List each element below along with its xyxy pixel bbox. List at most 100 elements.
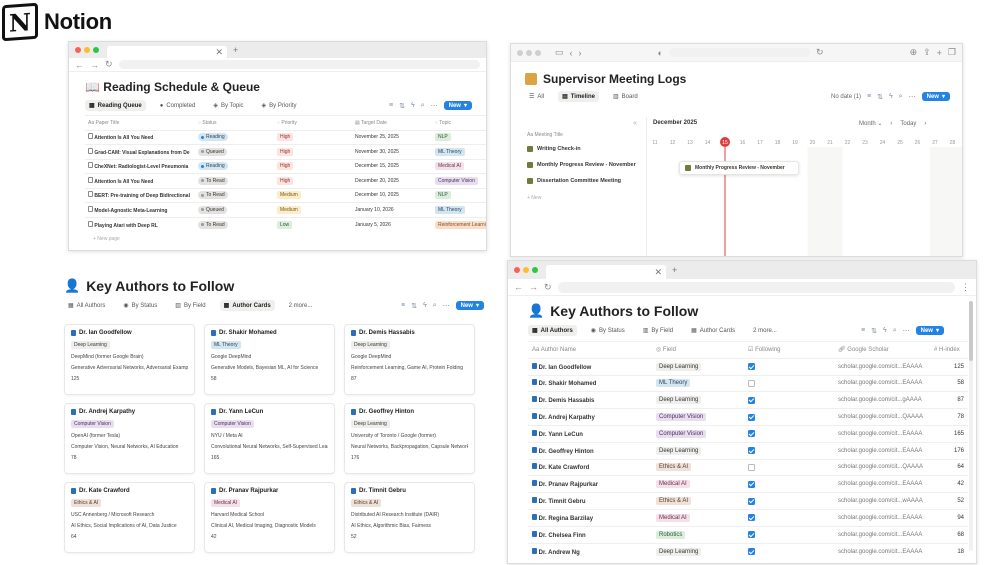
column-header[interactable]: ☑ Following [744,341,834,359]
search-icon[interactable]: ⌕ [433,302,437,310]
h-index-cell[interactable]: 176 [930,441,968,460]
topic-cell[interactable]: NLP [432,187,486,203]
scholar-link[interactable]: scholar.google.com/cit...EAAAA [834,542,930,560]
following-checkbox[interactable] [748,447,755,455]
status-cell[interactable]: To Read [195,173,274,188]
paper-title-cell[interactable]: Grad-CAM: Visual Explanations from De [85,144,195,159]
target-date-cell[interactable]: January 5, 2026 [352,216,432,232]
scholar-link[interactable]: scholar.google.com/cit...EAAAA [834,424,930,443]
column-header[interactable]: ◎ Field [652,341,744,359]
priority-cell[interactable]: High [274,173,352,188]
column-header[interactable]: Aa Paper Title [85,115,195,130]
following-cell[interactable] [744,458,834,476]
status-cell[interactable]: Reading [195,158,274,174]
priority-cell[interactable]: High [274,129,352,145]
table-row[interactable]: Dr. Geoffrey Hinton Deep Learning scholar.… [528,441,968,460]
following-cell[interactable] [744,424,834,443]
author-name-cell[interactable]: Dr. Timnit Gebru [528,492,652,510]
following-cell[interactable] [744,508,834,527]
view-tab-by-field[interactable]: ▥ By Field [639,325,677,336]
target-date-cell[interactable]: November 25, 2025 [352,129,432,145]
field-cell[interactable]: Medical AI [652,475,744,493]
paper-title-cell[interactable]: Attention Is All You Need [85,173,195,188]
target-date-cell[interactable]: December 15, 2025 [352,158,432,174]
table-row[interactable]: BERT: Pre-training of Deep Bidirectional… [85,187,486,203]
scholar-link[interactable]: scholar.google.com/cit...QAAAA [834,408,930,426]
table-row[interactable]: Dr. Kate Crawford Ethics & AI scholar.goog… [528,458,968,476]
more-views-button[interactable]: 2 more... [285,301,317,311]
h-index-cell[interactable]: 78 [930,408,968,426]
scholar-link[interactable]: scholar.google.com/cit...gAAAA [834,391,930,409]
field-cell[interactable]: Deep Learning [652,441,744,460]
h-index-cell[interactable]: 94 [930,508,968,527]
scholar-link[interactable]: scholar.google.com/cit...EAAAA [834,357,930,376]
view-tab-by-field[interactable]: ▥ By Field [171,300,209,311]
priority-cell[interactable]: Medium [274,187,352,203]
column-header[interactable]: ◌ Topic [432,115,486,130]
scholar-link[interactable]: scholar.google.com/cit...EAAAA [834,441,930,460]
new-page-row[interactable]: + New page [85,236,472,242]
share-icon[interactable]: ⇪ [923,47,931,58]
table-row[interactable]: Dr. Shakir Mohamed ML Theory scholar.googl… [528,374,968,392]
following-cell[interactable] [744,492,834,510]
author-name-cell[interactable]: Dr. Yann LeCun [528,424,652,443]
view-tab-by-priority[interactable]: ◈ By Priority [258,100,301,111]
view-tab-author-cards[interactable]: ▦ Author Cards [219,300,275,311]
filter-icon[interactable]: ≡ [401,302,405,309]
field-cell[interactable]: Deep Learning [652,391,744,409]
sort-icon[interactable]: ⇅ [877,93,883,101]
close-tab-icon[interactable]: ✕ [215,47,223,58]
field-cell[interactable]: Ethics & AI [652,458,744,476]
more-icon[interactable]: ⋯ [431,102,438,110]
table-row[interactable]: Dr. Andrew Ng Deep Learning scholar.google… [528,542,968,560]
scholar-link[interactable]: scholar.google.com/cit...QAAAA [834,458,930,476]
priority-cell[interactable]: Medium [274,202,352,217]
view-tab-by-topic[interactable]: ◈ By Topic [209,100,247,111]
h-index-cell[interactable]: 52 [930,492,968,510]
view-tab-author-cards[interactable]: ▦ Author Cards [687,325,739,336]
h-index-cell[interactable]: 42 [930,475,968,493]
sidebar-toggle-icon[interactable]: ▭ [555,47,564,58]
back-icon[interactable]: ← [514,282,523,292]
following-cell[interactable] [744,374,834,392]
author-card[interactable]: Dr. Ian Goodfellow Deep Learning DeepMind … [64,324,195,395]
table-row[interactable]: Dr. Ian Goodfellow Deep Learning scholar.g… [528,357,968,376]
browser-tab[interactable]: ✕ [107,46,227,58]
forward-icon[interactable]: → [529,282,538,292]
topic-cell[interactable]: NLP [432,129,486,145]
more-icon[interactable]: ⋯ [443,302,450,310]
tabs-overview-icon[interactable]: ❐ [948,47,956,58]
meeting-item[interactable]: Dissertation Committee Meeting [527,178,621,184]
field-cell[interactable]: Medical AI [652,508,744,527]
scholar-link[interactable]: scholar.google.com/cit...EAAAA [834,525,930,544]
meeting-item[interactable]: Monthly Progress Review - November [527,162,636,168]
h-index-cell[interactable]: 125 [930,357,968,376]
sort-icon[interactable]: ⇅ [411,302,417,310]
author-card[interactable]: Dr. Kate Crawford Ethics & AI USC Annenber… [64,482,195,553]
table-row[interactable]: Dr. Timnit Gebru Ethics & AI scholar.googl… [528,492,968,510]
priority-cell[interactable]: Low [274,216,352,232]
following-checkbox[interactable] [748,413,755,421]
view-tab-by-status[interactable]: ◉ By Status [587,325,629,336]
following-checkbox[interactable] [748,430,755,438]
table-row[interactable]: Dr. Regina Barzilay Medical AI scholar.goo… [528,508,968,527]
following-checkbox[interactable] [748,396,755,404]
column-header[interactable]: Aa Author Name [528,341,652,359]
author-name-cell[interactable]: Dr. Pranav Rajpurkar [528,475,652,493]
paper-title-cell[interactable]: Playing Atari with Deep RL [85,216,195,232]
author-name-cell[interactable]: Dr. Shakir Mohamed [528,374,652,392]
status-cell[interactable]: To Read [195,216,274,232]
sort-icon[interactable]: ⇅ [871,327,877,335]
field-cell[interactable]: Computer Vision [652,424,744,443]
address-bar[interactable] [557,281,955,293]
automation-icon[interactable]: ϟ [411,102,415,109]
reload-icon[interactable]: ↻ [105,59,113,70]
following-cell[interactable] [744,391,834,409]
paper-title-cell[interactable]: Attention Is All You Need [85,129,195,145]
field-cell[interactable]: ML Theory [652,374,744,392]
new-button[interactable]: New ▾ [921,92,950,101]
following-cell[interactable] [744,542,834,560]
scholar-link[interactable]: scholar.google.com/cit...EAAAA [834,508,930,527]
download-icon[interactable]: ⊕ [910,47,918,58]
following-cell[interactable] [744,525,834,544]
